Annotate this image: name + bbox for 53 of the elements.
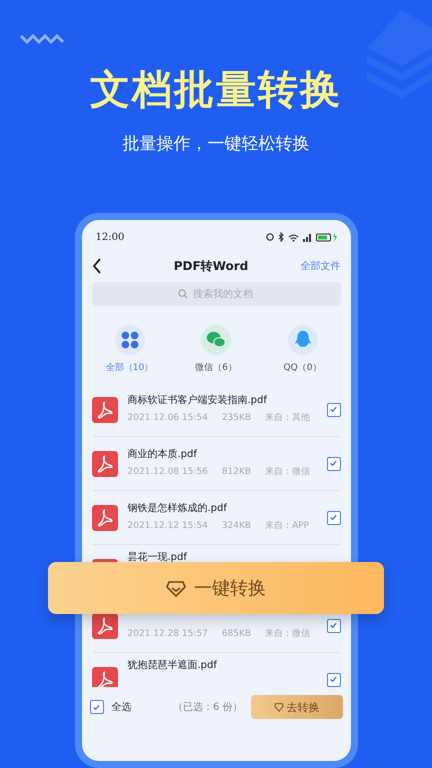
chat-bubbles-icon — [201, 325, 231, 355]
check-icon — [329, 405, 338, 414]
back-icon — [92, 258, 102, 274]
gem-icon — [166, 578, 186, 598]
search-icon — [178, 289, 188, 299]
signal-icon — [302, 232, 312, 242]
file-name: 钢铁是怎样炼成的.pdf — [128, 503, 228, 515]
all-files-link[interactable]: 全部文件 — [300, 259, 340, 273]
file-name: 昙花一现.pdf — [128, 552, 188, 564]
checkbox[interactable] — [326, 618, 340, 632]
checkbox[interactable] — [90, 700, 104, 714]
file-date: 2021.12.06 15:54 — [128, 413, 208, 424]
file-source: 来自：其他 — [265, 413, 310, 424]
gem-icon — [274, 702, 284, 712]
headline: 文档批量转换 — [90, 66, 342, 115]
checkbox[interactable] — [326, 456, 340, 470]
wifi-icon — [288, 232, 298, 242]
file-date: 2021.12.12 15:54 — [128, 521, 208, 532]
file-name: 犹抱琵琶半遮面.pdf — [128, 660, 218, 672]
penguin-icon — [288, 325, 318, 355]
selected-count: （已选：6 份） — [172, 700, 242, 714]
check-icon — [329, 621, 338, 630]
grid-icon — [114, 325, 144, 355]
search-field[interactable]: 搜索我的文档 — [92, 282, 340, 306]
check-icon — [329, 459, 338, 468]
check-icon — [329, 675, 338, 684]
file-size: 235KB — [222, 413, 252, 424]
convert-button[interactable]: 去转换 — [250, 695, 342, 719]
checkbox[interactable] — [326, 402, 340, 416]
alarm-icon — [266, 233, 274, 241]
select-all-label: 全选 — [112, 700, 132, 714]
file-size: 812KB — [222, 467, 252, 478]
bluetooth-icon — [278, 232, 284, 242]
category-tab[interactable]: 微信（6） — [178, 325, 254, 374]
category-tab[interactable]: QQ（0） — [264, 325, 340, 374]
screen-title: PDF转Word — [174, 258, 248, 274]
file-name: 商标软证书客户端安装指南.pdf — [128, 395, 268, 407]
check-icon — [92, 702, 101, 712]
checkbox[interactable] — [326, 510, 340, 524]
category-tab[interactable]: 全部（10） — [92, 325, 168, 374]
file-date: 2021.12.28 15:57 — [128, 629, 208, 640]
subheadline: 批量操作，一键轻松转换 — [122, 133, 310, 156]
file-size: 324KB — [222, 521, 252, 532]
status-time: 12:00 — [96, 232, 124, 242]
file-source: 来自：微信 — [265, 629, 310, 640]
battery-icon — [316, 232, 336, 242]
file-name: 商业的本质.pdf — [128, 449, 198, 461]
checkbox[interactable] — [326, 672, 340, 686]
file-size: 685KB — [222, 629, 252, 640]
file-source: 来自：微信 — [265, 467, 310, 478]
file-source: 来自：APP — [265, 521, 310, 532]
file-date: 2021.12.08 15:56 — [128, 467, 208, 478]
check-icon — [329, 513, 338, 522]
